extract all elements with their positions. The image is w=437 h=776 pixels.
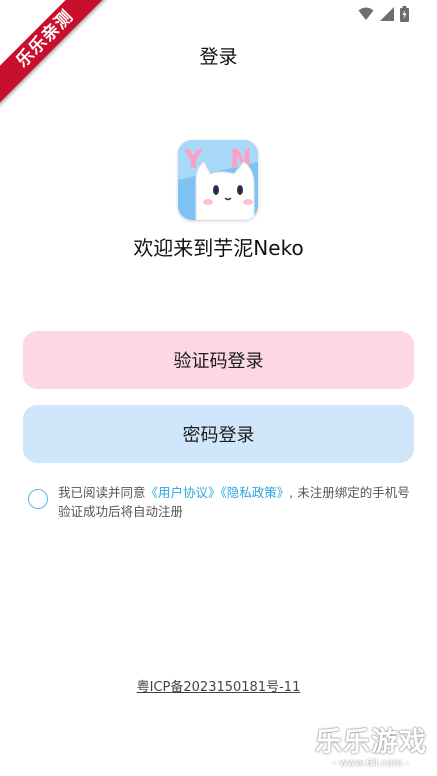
- user-agreement-link[interactable]: 《用户协议》: [146, 485, 221, 500]
- password-login-button[interactable]: 密码登录: [23, 405, 414, 463]
- wifi-icon: [358, 7, 374, 20]
- app-logo: Y N: [178, 140, 258, 220]
- status-icons: [358, 6, 409, 22]
- welcome-text: 欢迎来到芋泥Neko: [133, 236, 304, 260]
- agreement-prefix: 我已阅读并同意: [58, 485, 146, 500]
- cat-logo-icon: Y N: [178, 140, 258, 220]
- signal-icon: [380, 7, 394, 21]
- watermark-sub: - www.6ll.com -: [332, 758, 410, 769]
- battery-icon: [400, 6, 409, 22]
- privacy-policy-link[interactable]: 《隐私政策》: [221, 485, 290, 500]
- site-watermark: 乐乐游戏 - www.6ll.com -: [311, 728, 431, 774]
- agreement-text: 我已阅读并同意《用户协议》《隐私政策》, 未注册绑定的手机号验证成功后将自动注册: [58, 483, 410, 521]
- watermark-main: 乐乐游戏: [315, 727, 427, 758]
- password-login-label: 密码登录: [182, 425, 255, 446]
- page-title: 登录: [199, 46, 238, 68]
- icp-record-link[interactable]: 粤ICP备2023150181号-11: [0, 676, 437, 695]
- sms-login-label: 验证码登录: [173, 351, 264, 372]
- sms-login-button[interactable]: 验证码登录: [23, 331, 414, 389]
- agreement-checkbox[interactable]: [28, 489, 48, 509]
- status-bar: [0, 0, 437, 28]
